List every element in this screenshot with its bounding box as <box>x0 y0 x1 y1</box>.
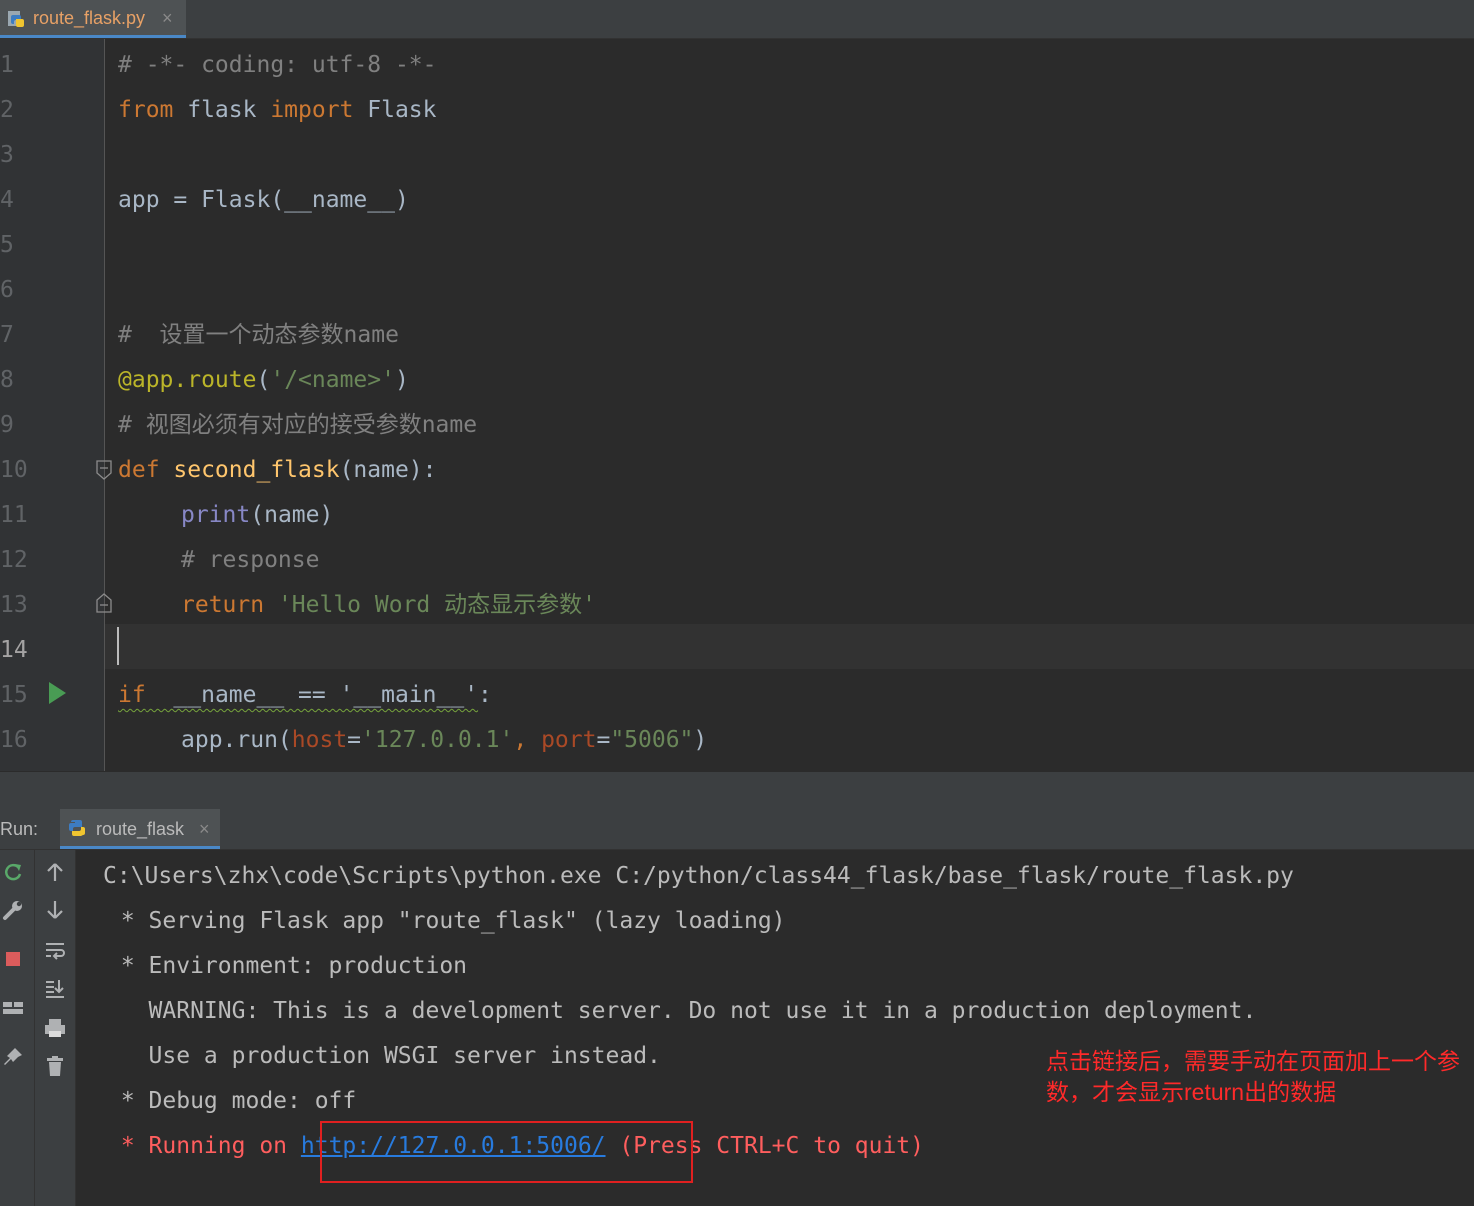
console-line: WARNING: This is a development server. D… <box>107 998 1257 1024</box>
kwarg: port <box>541 727 597 753</box>
down-arrow-icon[interactable] <box>44 899 66 921</box>
function-name: second_flask <box>159 457 340 483</box>
run-tab-route-flask[interactable]: route_flask × <box>60 809 220 849</box>
code-line-11: print(name) <box>181 493 333 538</box>
line-number: 10 <box>0 457 28 483</box>
run-tab-label: route_flask <box>96 819 185 839</box>
line-number: 11 <box>0 502 28 528</box>
soft-wrap-icon[interactable] <box>44 939 66 961</box>
up-arrow-icon[interactable] <box>44 861 66 883</box>
editor-tab-route-flask[interactable]: route_flask.py × <box>0 0 186 38</box>
code-line-12: # response <box>181 547 320 573</box>
colon: : <box>478 682 492 708</box>
comma: , <box>513 727 542 753</box>
text-caret <box>117 627 119 665</box>
keyword: import <box>270 97 354 123</box>
code-line-9: # 视图必须有对应的接受参数name <box>118 412 478 438</box>
keyword: if <box>118 682 146 708</box>
decorator: @app.route <box>118 367 257 393</box>
run-label: Run: <box>0 819 39 839</box>
line-number: 12 <box>0 547 28 573</box>
print-icon[interactable] <box>44 1017 66 1039</box>
python-file-icon <box>8 11 24 27</box>
paren: ) <box>394 367 409 393</box>
line-number: 1 <box>0 52 14 78</box>
console-line: * Environment: production <box>107 953 468 979</box>
fold-end-icon[interactable] <box>95 592 113 614</box>
run-arrow-icon[interactable] <box>49 682 66 704</box>
scroll-to-end-icon[interactable] <box>44 977 66 999</box>
close-icon[interactable]: × <box>199 819 210 840</box>
identifier: flask <box>173 97 271 123</box>
fold-start-icon[interactable] <box>95 459 113 481</box>
run-console-output[interactable]: C:\Users\zhx\code\Scripts\python.exe C:/… <box>76 850 1474 1206</box>
console-line: * Debug mode: off <box>107 1088 357 1114</box>
wrench-icon[interactable] <box>2 899 24 921</box>
running-prefix: * Running on <box>107 1133 301 1159</box>
string: '/<name>' <box>270 367 395 393</box>
condition: __name__ == '__main__' <box>145 682 479 708</box>
line-number: 15 <box>0 682 28 708</box>
code-line-1: # -*- coding: utf-8 -*- <box>118 52 437 78</box>
line-number: 2 <box>0 97 14 123</box>
url-highlight-box <box>320 1121 693 1183</box>
line-number: 7 <box>0 322 14 348</box>
code-line-8: @app.route('/<name>') <box>118 358 409 403</box>
string: 'Hello Word 动态显示参数' <box>264 592 596 618</box>
line-number: 3 <box>0 142 14 168</box>
identifier: Flask <box>353 97 437 123</box>
code-line-15: if __name__ == '__main__': <box>118 673 492 718</box>
line-number: 4 <box>0 187 14 213</box>
current-line-highlight <box>105 624 1474 669</box>
keyword: def <box>118 457 160 483</box>
keyword: from <box>118 97 174 123</box>
line-number: 13 <box>0 592 28 618</box>
editor-tab-bar: route_flask.py × <box>0 0 1474 39</box>
equals: = <box>596 727 611 753</box>
code-line-13: return 'Hello Word 动态显示参数' <box>181 583 596 628</box>
line-number: 14 <box>0 637 28 663</box>
console-line: C:\Users\zhx\code\Scripts\python.exe C:/… <box>103 863 1294 889</box>
annotation-note: 点击链接后，需要手动在页面加上一个参数，才会显示return出的数据 <box>1046 1048 1460 1105</box>
string: "5006" <box>610 727 694 753</box>
code-line-16: app.run(host='127.0.0.1', port="5006") <box>181 718 707 763</box>
line-number: 6 <box>0 277 14 303</box>
panel-splitter[interactable] <box>0 771 1474 810</box>
call: app.run( <box>181 727 292 753</box>
kwarg: host <box>291 727 348 753</box>
editor-tab-label: route_flask.py <box>33 8 146 28</box>
stop-icon[interactable] <box>2 948 24 970</box>
run-panel-header: Run: route_flask × <box>0 809 1474 850</box>
run-toolbar-primary <box>0 850 35 1206</box>
console-line: Use a production WSGI server instead. <box>107 1043 661 1069</box>
line-number: 16 <box>0 727 28 753</box>
code-line-7: # 设置一个动态参数name <box>118 322 399 348</box>
line-number: 9 <box>0 412 14 438</box>
rerun-icon[interactable] <box>2 861 24 883</box>
python-icon <box>69 820 85 836</box>
string: '127.0.0.1' <box>361 727 514 753</box>
args: (name) <box>250 502 334 528</box>
line-number: 5 <box>0 232 14 258</box>
line-number-gutter: 1 2 3 4 5 6 7 8 9 10 11 12 13 14 15 16 <box>0 39 105 771</box>
params: (name): <box>339 457 437 483</box>
console-line: * Serving Flask app "route_flask" (lazy … <box>107 908 786 934</box>
builtin: print <box>181 502 251 528</box>
code-line-2: from flask import Flask <box>118 88 437 133</box>
trash-icon[interactable] <box>44 1055 66 1077</box>
run-toolbar-secondary <box>35 850 76 1206</box>
paren: ) <box>693 727 708 753</box>
layout-icon[interactable] <box>2 997 24 1019</box>
close-icon[interactable]: × <box>162 8 173 29</box>
line-number: 8 <box>0 367 14 393</box>
code-line-4: app = Flask(__name__) <box>118 187 409 213</box>
equals: = <box>347 727 362 753</box>
code-line-10: def second_flask(name): <box>118 448 437 493</box>
pin-icon[interactable] <box>2 1046 24 1068</box>
keyword: return <box>181 592 265 618</box>
code-editor[interactable]: 1 2 3 4 5 6 7 8 9 10 11 12 13 14 15 16 #… <box>0 39 1474 771</box>
paren: ( <box>256 367 271 393</box>
